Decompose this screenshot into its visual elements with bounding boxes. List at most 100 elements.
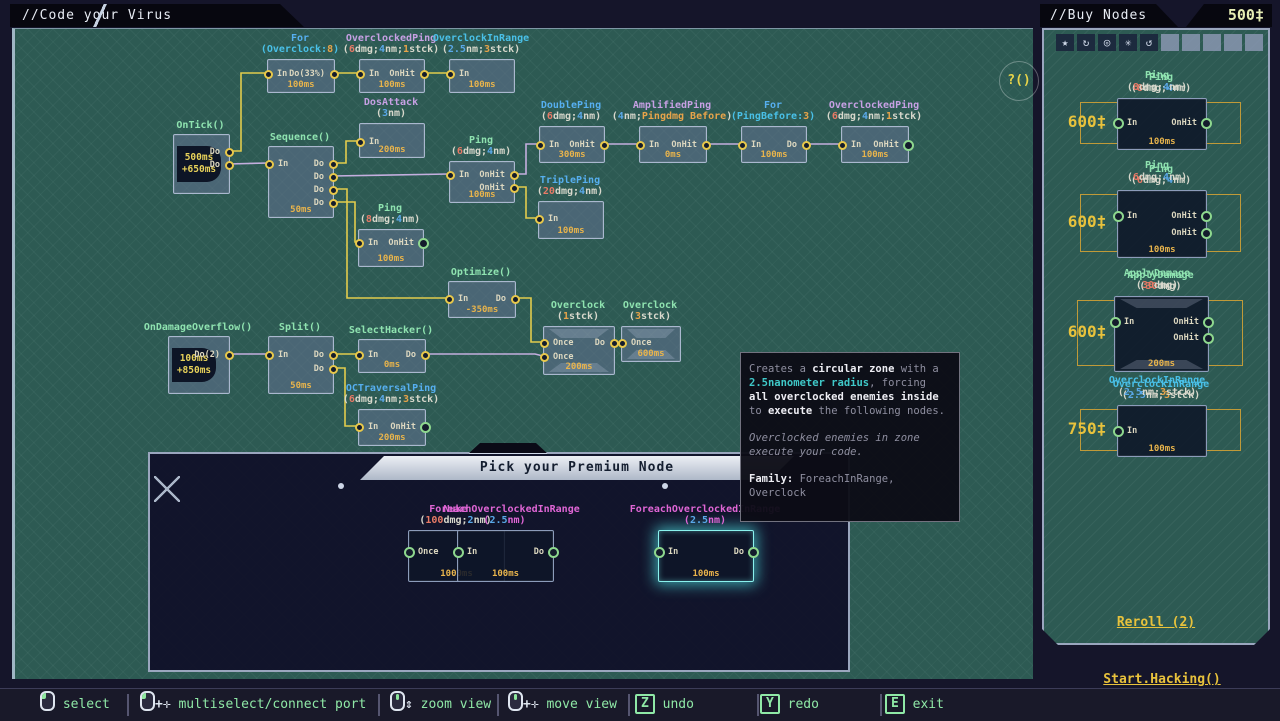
port-do[interactable]	[511, 295, 520, 304]
port-once[interactable]	[540, 339, 549, 348]
node-amplifiedping[interactable]: 0msInOnHit	[639, 126, 707, 163]
node-foreachoverclockedinrange[interactable]: 100msInDo	[658, 530, 754, 582]
premium-panel-title: Pick your Premium Node	[360, 456, 794, 480]
node-doubleping[interactable]: 300msInOnHit	[539, 126, 605, 163]
node-ontick[interactable]: 500ms+650msDoDo	[173, 134, 230, 194]
port-do[interactable]	[329, 186, 338, 195]
port-do[interactable]	[748, 547, 759, 558]
node-cooldown: 200ms	[359, 433, 425, 443]
port-in[interactable]	[446, 171, 455, 180]
port-in[interactable]	[654, 547, 665, 558]
rotate-icon[interactable]: ↺	[1140, 34, 1158, 51]
port-do2[interactable]	[225, 351, 234, 360]
node-sequence[interactable]: 50msInDoDoDoDo	[268, 146, 334, 218]
burst-icon[interactable]: ✳	[1119, 34, 1137, 51]
start-hacking-button[interactable]: Start.Hacking()	[1082, 672, 1242, 687]
node-dosattack[interactable]: 200msIn	[359, 123, 425, 158]
port-label: Do(2)	[194, 350, 220, 360]
port-onhit[interactable]	[510, 184, 519, 193]
port-label: OnHit	[1171, 118, 1197, 128]
port-onhit[interactable]	[1203, 317, 1214, 328]
port-onhit[interactable]	[600, 141, 609, 150]
port-in[interactable]	[838, 141, 847, 150]
port-in[interactable]	[355, 351, 364, 360]
port-in[interactable]	[453, 547, 464, 558]
target-icon[interactable]: ◎	[1098, 34, 1116, 51]
port-in[interactable]	[265, 351, 274, 360]
node-cooldown: 100ms	[458, 569, 553, 579]
port-label: In	[458, 294, 468, 304]
port-in[interactable]	[445, 295, 454, 304]
port-do[interactable]	[329, 199, 338, 208]
port-in[interactable]	[265, 160, 274, 169]
port-do[interactable]	[548, 547, 559, 558]
port-do[interactable]	[802, 141, 811, 150]
port-onhit[interactable]	[702, 141, 711, 150]
node-applydamage[interactable]: 200msInOnHitOnHit	[1114, 296, 1209, 372]
port-do[interactable]	[421, 351, 430, 360]
port-onhit[interactable]	[1203, 333, 1214, 344]
node-tripleping[interactable]: 100msIn	[538, 201, 604, 239]
port-in[interactable]	[536, 141, 545, 150]
node-octraversalping[interactable]: 200msInOnHit	[358, 409, 426, 446]
node-band	[1120, 299, 1203, 308]
port-label: OnHit	[390, 422, 416, 432]
port-onhit[interactable]	[903, 140, 914, 151]
node-ping[interactable]: 100msInOnHitOnHit	[449, 161, 515, 203]
port-once[interactable]	[618, 339, 627, 348]
port-do[interactable]	[329, 173, 338, 182]
node-overclockinrange[interactable]: 100msIn	[1117, 405, 1207, 457]
port-onhit[interactable]	[510, 171, 519, 180]
node-split[interactable]: 50msInDoDo	[268, 336, 334, 394]
port-in[interactable]	[264, 70, 273, 79]
port-do[interactable]	[329, 351, 338, 360]
port-in[interactable]	[356, 70, 365, 79]
reroll-button[interactable]: Reroll (2)	[1044, 615, 1268, 630]
port-label: In	[368, 350, 378, 360]
node-overclock[interactable]: 600msOnce	[621, 326, 681, 362]
port-label: OnHit	[389, 69, 415, 79]
port-in[interactable]	[355, 239, 364, 248]
node-for[interactable]: 100msInDo	[741, 126, 807, 163]
node-selecthacker[interactable]: 0msInDo	[358, 339, 426, 373]
empty-slot	[1161, 34, 1179, 51]
node-optimize[interactable]: -350msInDo	[448, 281, 516, 318]
port-in[interactable]	[738, 141, 747, 150]
port-onhit[interactable]	[1201, 228, 1212, 239]
port-in[interactable]	[535, 215, 544, 224]
node-foreachoverclockedinrange[interactable]: 100msInDo	[457, 530, 554, 582]
port-onhit[interactable]	[1201, 211, 1212, 222]
port-onhit[interactable]	[420, 70, 429, 79]
node-ping[interactable]: 100msInOnHit	[358, 229, 424, 267]
cursor-icon[interactable]: ★	[1056, 34, 1074, 51]
port-onhit[interactable]	[420, 422, 431, 433]
port-in[interactable]	[446, 70, 455, 79]
port-once[interactable]	[540, 353, 549, 362]
port-in[interactable]	[355, 423, 364, 432]
port-onhit[interactable]	[1201, 118, 1212, 129]
port-do[interactable]	[225, 161, 234, 170]
port-do[interactable]	[329, 160, 338, 169]
port-once[interactable]	[404, 547, 415, 558]
port-do[interactable]	[225, 148, 234, 157]
node-overclockedping[interactable]: 100msInOnHit	[841, 126, 909, 163]
help-button[interactable]: ?()	[999, 61, 1039, 101]
node-ping[interactable]: 100msInOnHit	[1117, 98, 1207, 150]
port-label: Do	[734, 547, 744, 557]
refresh-icon[interactable]: ↻	[1077, 34, 1095, 51]
node-ondamageoverflow[interactable]: 100ms+850msDo(2)	[168, 336, 230, 394]
hint-undo: Z undo	[635, 689, 694, 721]
node-for[interactable]: 100msInDo(33%)	[267, 59, 335, 93]
port-onhit[interactable]	[418, 238, 429, 249]
node-ping[interactable]: 100msInOnHitOnHit	[1117, 190, 1207, 258]
empty-slot	[1224, 34, 1242, 51]
hint-separator	[880, 694, 882, 716]
port-in[interactable]	[636, 141, 645, 150]
port-do33[interactable]	[330, 70, 339, 79]
port-do[interactable]	[329, 365, 338, 374]
node-band	[549, 329, 609, 338]
node-overclock[interactable]: 200msOnceOnceDo	[543, 326, 615, 375]
node-overclockinrange[interactable]: 100msIn	[449, 59, 515, 93]
node-overclockedping[interactable]: 100msInOnHit	[359, 59, 425, 93]
port-in[interactable]	[356, 138, 365, 147]
